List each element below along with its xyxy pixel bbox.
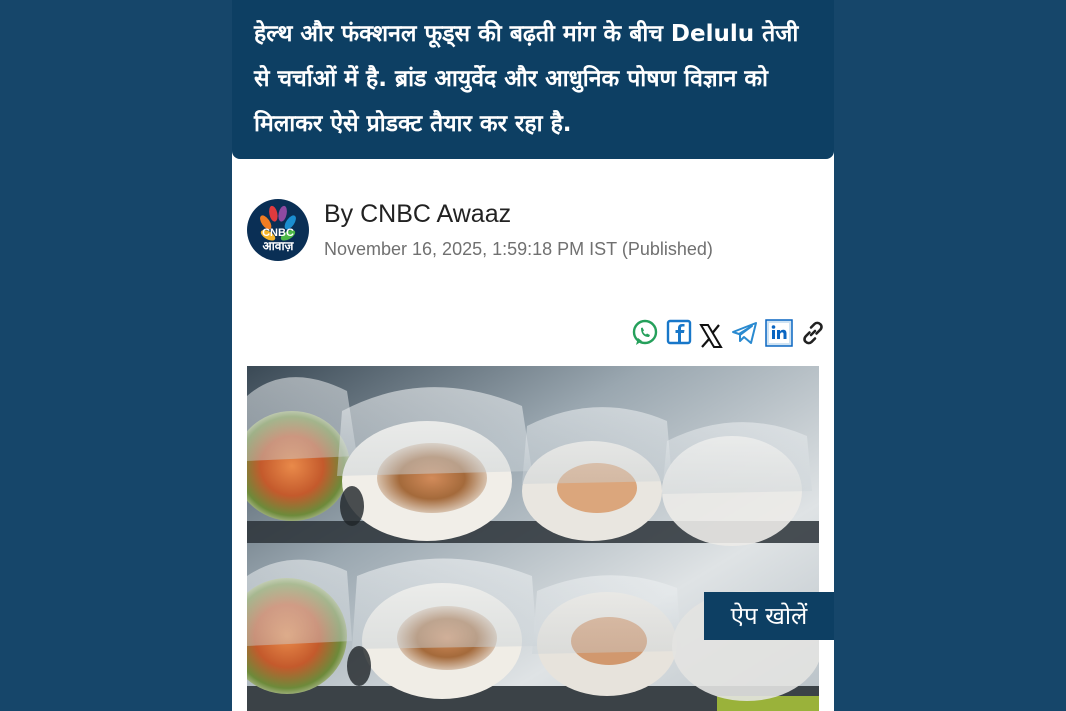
open-app-button[interactable]: ऐप खोलें bbox=[704, 592, 834, 640]
share-bar bbox=[630, 318, 828, 350]
logo-text-cnbc: CNBC bbox=[262, 227, 294, 239]
article-hero-image bbox=[247, 366, 819, 711]
facebook-icon[interactable] bbox=[664, 318, 694, 348]
cnbc-awaaz-logo[interactable]: CNBC आवाज़ bbox=[247, 199, 309, 261]
logo-text-awaaz: आवाज़ bbox=[262, 239, 294, 253]
food-containers-photo bbox=[247, 366, 819, 711]
author-name[interactable]: By CNBC Awaaz bbox=[324, 200, 511, 229]
x-icon[interactable] bbox=[696, 321, 726, 351]
publish-date: November 16, 2025, 1:59:18 PM IST (Publi… bbox=[324, 239, 713, 259]
linkedin-icon[interactable] bbox=[764, 318, 794, 348]
byline: CNBC आवाज़ By CNBC Awaaz November 16, 20… bbox=[247, 198, 807, 262]
article-summary-text: हेल्थ और फंक्शनल फूड्स की बढ़ती मांग के … bbox=[254, 21, 799, 137]
article-summary-box: हेल्थ और फंक्शनल फूड्स की बढ़ती मांग के … bbox=[232, 0, 834, 159]
whatsapp-icon[interactable] bbox=[630, 318, 660, 348]
telegram-icon[interactable] bbox=[730, 318, 760, 348]
link-icon[interactable] bbox=[798, 318, 828, 348]
